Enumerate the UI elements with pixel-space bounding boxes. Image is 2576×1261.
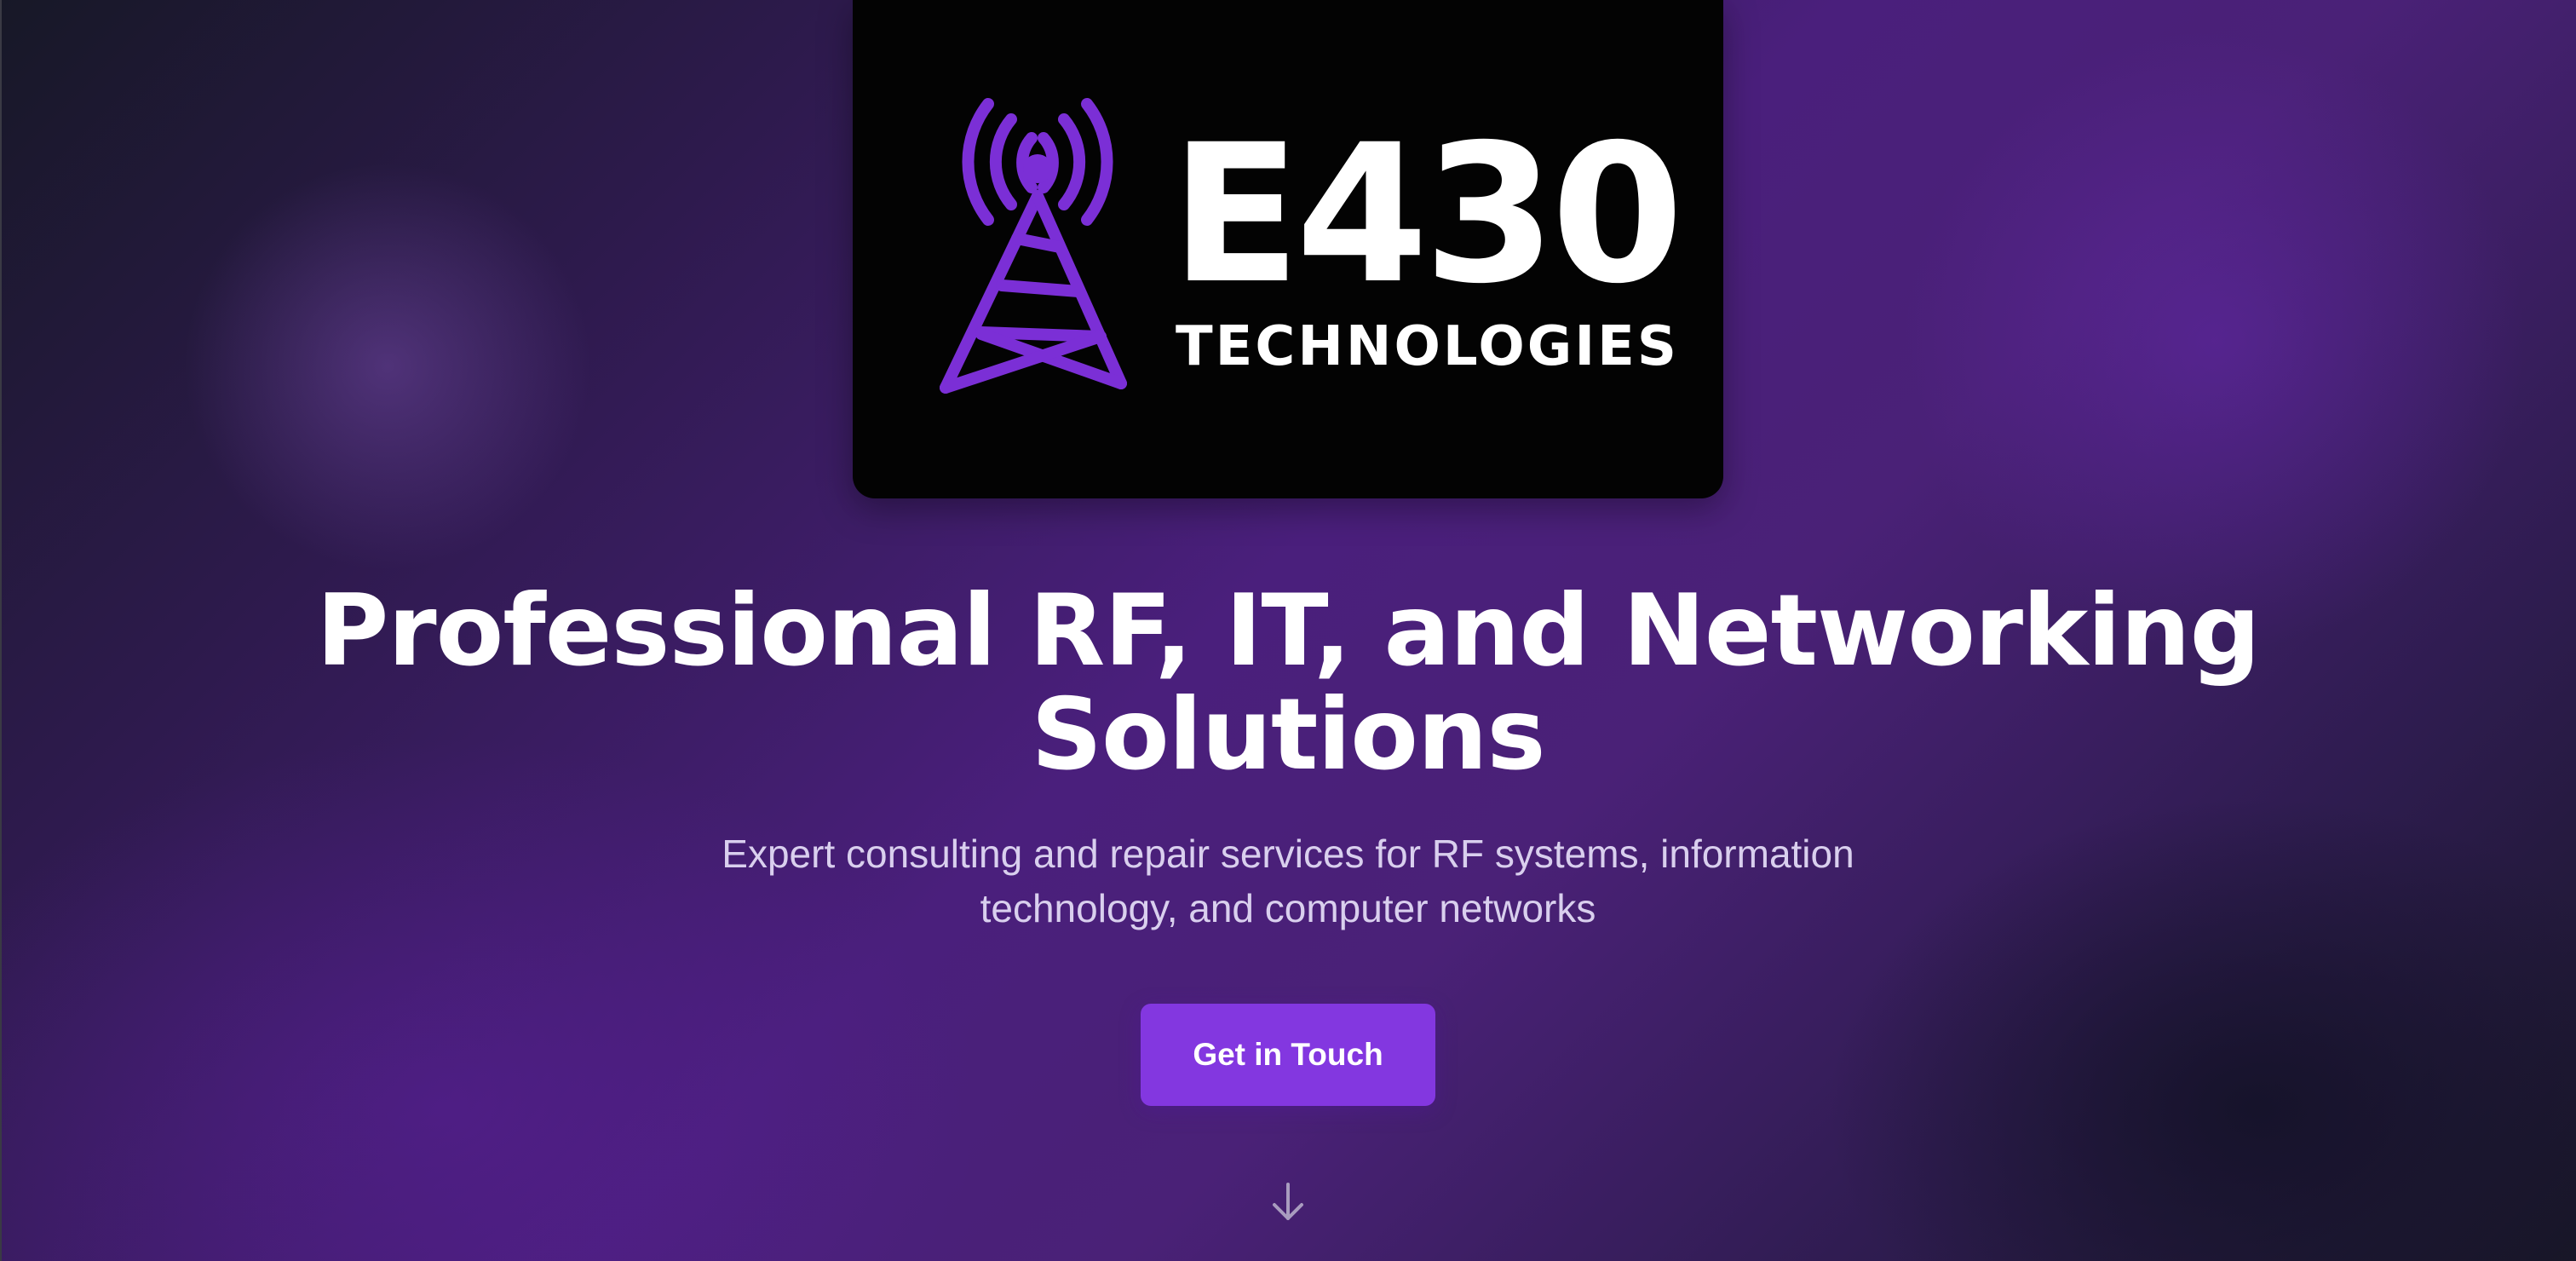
hero-subtitle: Expert consulting and repair services fo… [722, 832, 1854, 930]
hero-headline: Professional RF, IT, and Networking Solu… [316, 573, 2260, 792]
brand-name: E430 [1170, 103, 1684, 325]
hero-section: E430 TECHNOLOGIES Professional RF, IT, a… [0, 0, 2576, 1261]
get-in-touch-button[interactable]: Get in Touch [1141, 1004, 1435, 1106]
arrow-down-icon[interactable] [1269, 1181, 1307, 1224]
radio-tower-icon [940, 98, 1127, 394]
logo-card: E430 TECHNOLOGIES [853, 0, 1723, 498]
brand-tagline: TECHNOLOGIES [1176, 315, 1679, 378]
